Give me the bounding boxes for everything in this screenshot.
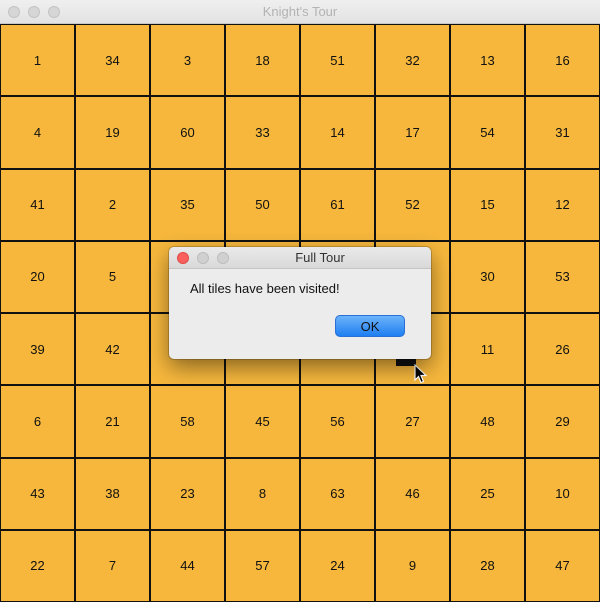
board-tile[interactable]: 35	[151, 169, 224, 240]
board-tile[interactable]: 50	[226, 169, 299, 240]
window-title: Knight's Tour	[262, 4, 338, 19]
board-tile[interactable]: 18	[226, 25, 299, 96]
board-tile[interactable]: 56	[301, 386, 374, 457]
board-tile[interactable]: 1	[1, 25, 74, 96]
board-tile[interactable]: 44	[151, 530, 224, 601]
board-tile[interactable]: 47	[526, 530, 599, 601]
board-tile[interactable]: 63	[301, 458, 374, 529]
board-tile[interactable]: 48	[451, 386, 524, 457]
board-tile[interactable]: 20	[1, 241, 74, 312]
dialog-titlebar[interactable]: Full Tour	[169, 247, 431, 269]
board-tile[interactable]: 38	[76, 458, 149, 529]
board-tile[interactable]: 34	[76, 25, 149, 96]
board-tile[interactable]: 25	[451, 458, 524, 529]
board-tile[interactable]: 19	[76, 97, 149, 168]
board-tile[interactable]: 30	[451, 241, 524, 312]
board-tile[interactable]: 45	[226, 386, 299, 457]
dialog-message: All tiles have been visited!	[190, 281, 340, 296]
ok-button[interactable]: OK	[335, 315, 405, 337]
board-tile[interactable]: 22	[1, 530, 74, 601]
board-tile[interactable]: 58	[151, 386, 224, 457]
board-tile[interactable]: 6	[1, 386, 74, 457]
board-tile[interactable]: 26	[526, 314, 599, 385]
mouse-cursor-icon	[414, 364, 428, 384]
board-tile[interactable]: 5	[76, 241, 149, 312]
board-tile[interactable]: 15	[451, 169, 524, 240]
board-tile[interactable]: 51	[301, 25, 374, 96]
board-tile[interactable]: 61	[301, 169, 374, 240]
board-tile[interactable]: 9	[376, 530, 449, 601]
board-tile[interactable]: 60	[151, 97, 224, 168]
board-tile[interactable]: 43	[1, 458, 74, 529]
dialog-title: Full Tour	[295, 250, 345, 265]
board-tile[interactable]: 14	[301, 97, 374, 168]
board-tile[interactable]: 17	[376, 97, 449, 168]
board-tile[interactable]: 46	[376, 458, 449, 529]
board-tile[interactable]: 23	[151, 458, 224, 529]
board-tile[interactable]: 54	[451, 97, 524, 168]
board-tile[interactable]: 13	[451, 25, 524, 96]
board-tile[interactable]: 7	[76, 530, 149, 601]
board-tile[interactable]: 41	[1, 169, 74, 240]
full-tour-dialog: Full Tour All tiles have been visited! O…	[169, 247, 431, 359]
board-tile[interactable]: 52	[376, 169, 449, 240]
board-tile[interactable]: 39	[1, 314, 74, 385]
board-tile[interactable]: 8	[226, 458, 299, 529]
board-tile[interactable]: 31	[526, 97, 599, 168]
board-tile[interactable]: 24	[301, 530, 374, 601]
board-tile[interactable]: 57	[226, 530, 299, 601]
board-tile[interactable]: 10	[526, 458, 599, 529]
board-tile[interactable]: 53	[526, 241, 599, 312]
board-tile[interactable]: 11	[451, 314, 524, 385]
board-tile[interactable]: 29	[526, 386, 599, 457]
board-tile[interactable]: 4	[1, 97, 74, 168]
board-tile[interactable]: 3	[151, 25, 224, 96]
board-tile[interactable]: 32	[376, 25, 449, 96]
board-tile[interactable]: 12	[526, 169, 599, 240]
board-tile[interactable]: 21	[76, 386, 149, 457]
board-tile[interactable]: 27	[376, 386, 449, 457]
board-tile[interactable]: 28	[451, 530, 524, 601]
board-tile[interactable]: 33	[226, 97, 299, 168]
board-tile[interactable]: 42	[76, 314, 149, 385]
window-titlebar[interactable]: Knight's Tour	[0, 0, 600, 24]
board-tile[interactable]: 2	[76, 169, 149, 240]
knights-tour-window: Knight's Tour 1 34 3 18 51 32 13 16 4 19 60 33 14 17 5…	[0, 0, 600, 602]
board-tile[interactable]: 16	[526, 25, 599, 96]
